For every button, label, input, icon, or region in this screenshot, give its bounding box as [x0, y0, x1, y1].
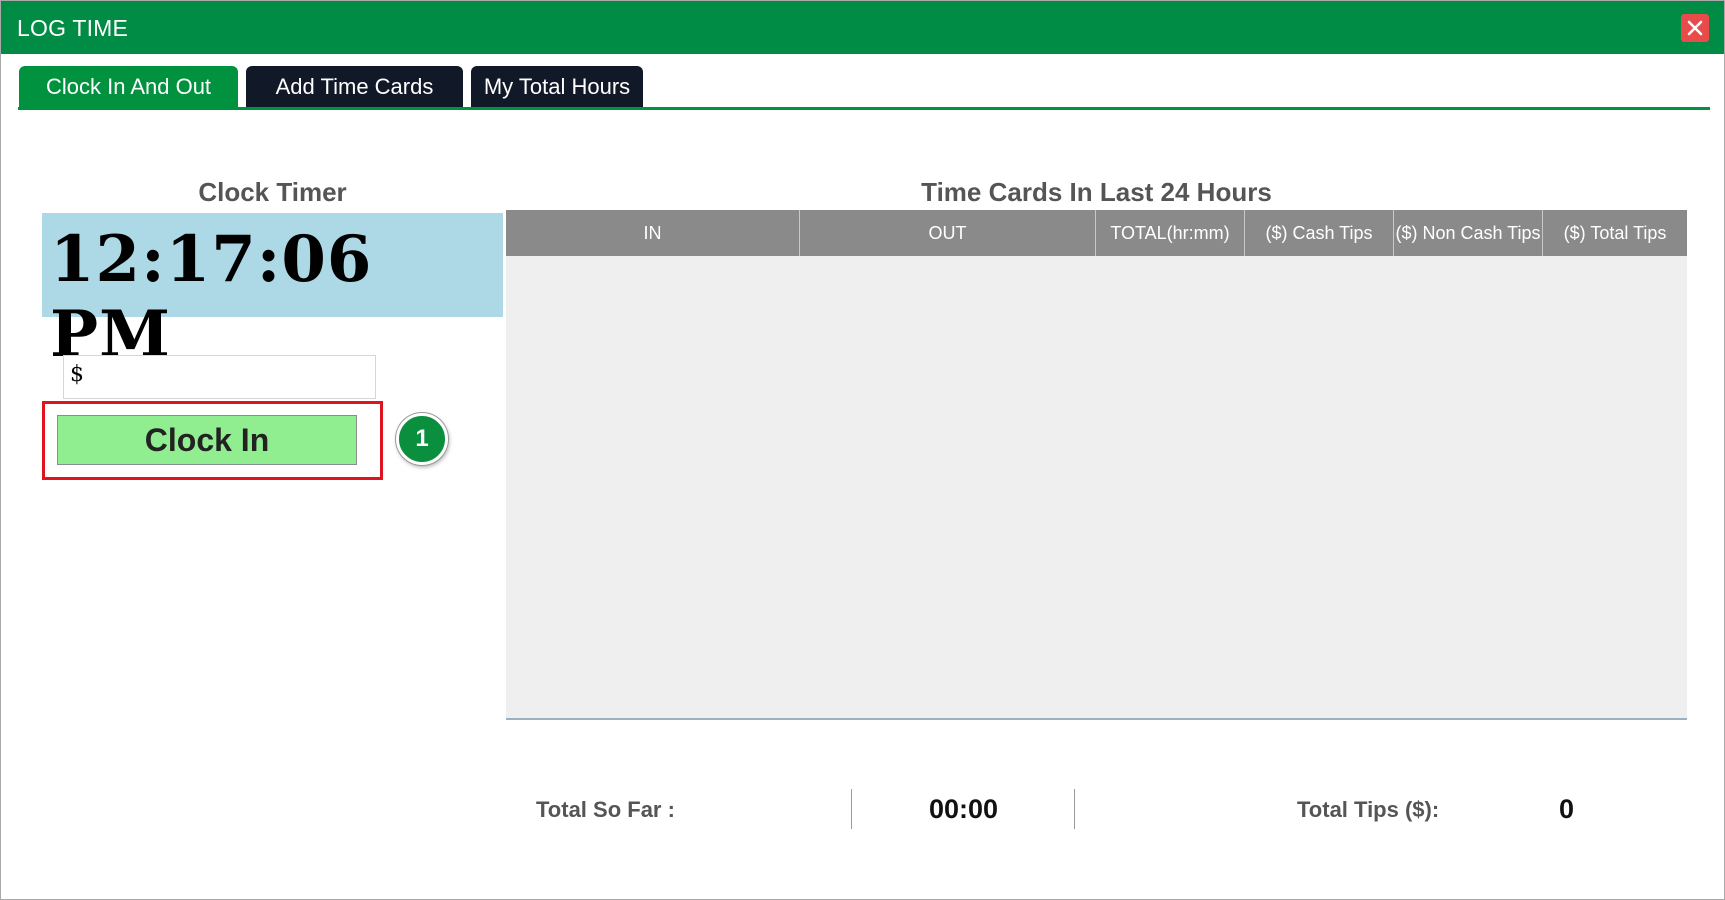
clock-display: 12:17:06 PM: [42, 213, 503, 372]
total-tips-label: Total Tips ($):: [1297, 797, 1440, 822]
column-header-out[interactable]: OUT: [800, 210, 1096, 256]
step-number-badge: 1: [396, 413, 448, 465]
column-header-in[interactable]: IN: [506, 210, 800, 256]
column-header-cash-tips[interactable]: ($) Cash Tips: [1245, 210, 1394, 256]
tab-clock-in-and-out[interactable]: Clock In And Out: [19, 66, 238, 107]
time-cards-grid[interactable]: [506, 256, 1687, 720]
close-button[interactable]: [1681, 14, 1709, 42]
tab-my-total-hours[interactable]: My Total Hours: [471, 66, 643, 107]
currency-prefix: $: [70, 362, 84, 387]
tips-amount-input[interactable]: $: [63, 355, 376, 399]
tab-underline: [18, 107, 1710, 110]
title-bar: LOG TIME: [1, 1, 1724, 54]
column-header-non-cash-tips[interactable]: ($) Non Cash Tips: [1394, 210, 1543, 256]
total-so-far-value: 00:00: [929, 794, 999, 824]
clock-in-button[interactable]: Clock In: [57, 415, 357, 465]
clock-timer-title: Clock Timer: [198, 177, 347, 207]
column-header-total[interactable]: TOTAL(hr:mm): [1096, 210, 1245, 256]
time-cards-header: IN OUT TOTAL(hr:mm) ($) Cash Tips ($) No…: [506, 210, 1687, 256]
column-header-total-tips[interactable]: ($) Total Tips: [1543, 210, 1687, 256]
footer-divider: [851, 789, 852, 829]
clock-time: 12:17:06 PM: [50, 222, 373, 372]
footer-divider: [1074, 789, 1075, 829]
log-time-window: LOG TIME Clock In And Out Add Time Cards…: [0, 0, 1725, 900]
close-icon: [1687, 20, 1703, 36]
window-title: LOG TIME: [17, 15, 129, 41]
time-cards-title: Time Cards In Last 24 Hours: [921, 177, 1272, 207]
total-so-far-label: Total So Far :: [536, 797, 675, 822]
total-tips-value: 0: [1559, 794, 1575, 824]
tab-add-time-cards[interactable]: Add Time Cards: [246, 66, 463, 107]
